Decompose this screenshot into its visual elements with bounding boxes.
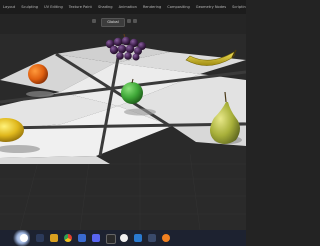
tab-compositing[interactable]: Compositing: [164, 0, 193, 14]
tab-sculpting[interactable]: Sculpting: [18, 0, 41, 14]
pivot-icon[interactable]: [127, 19, 131, 23]
blender-window: Layout Sculpting UV Editing Texture Pain…: [0, 0, 246, 246]
file-explorer-icon[interactable]: [50, 234, 58, 242]
task-view-icon[interactable]: [36, 234, 44, 242]
orange-object[interactable]: [28, 64, 48, 84]
app-icon[interactable]: [120, 234, 128, 242]
3d-viewport[interactable]: Global: [0, 14, 246, 230]
transform-orientation-icon[interactable]: [92, 19, 96, 23]
tab-texture-paint[interactable]: Texture Paint: [66, 0, 95, 14]
snap-icon[interactable]: [133, 19, 137, 23]
store-icon[interactable]: [106, 234, 116, 244]
blender-icon[interactable]: [162, 234, 170, 242]
terminal-icon[interactable]: [148, 234, 156, 242]
tab-scripting[interactable]: Scripting: [229, 0, 246, 14]
tab-animation[interactable]: Animation: [116, 0, 140, 14]
tab-shading[interactable]: Shading: [95, 0, 116, 14]
start-icon[interactable]: [20, 234, 28, 242]
orientation-dropdown[interactable]: Global: [101, 18, 125, 27]
tab-geometry-nodes[interactable]: Geometry Nodes: [193, 0, 229, 14]
chrome-icon[interactable]: [64, 234, 72, 242]
viewport-scene[interactable]: [0, 14, 246, 230]
workspace-tabs-bar: Layout Sculpting UV Editing Texture Pain…: [0, 0, 246, 15]
tab-rendering[interactable]: Rendering: [140, 0, 164, 14]
photos-icon[interactable]: [78, 234, 86, 242]
os-taskbar: [0, 230, 246, 246]
viewport-header: Global: [0, 14, 246, 34]
check-icon[interactable]: [134, 234, 142, 242]
tab-uv-editing[interactable]: UV Editing: [41, 0, 66, 14]
tab-layout[interactable]: Layout: [0, 0, 18, 14]
discord-icon[interactable]: [92, 234, 100, 242]
